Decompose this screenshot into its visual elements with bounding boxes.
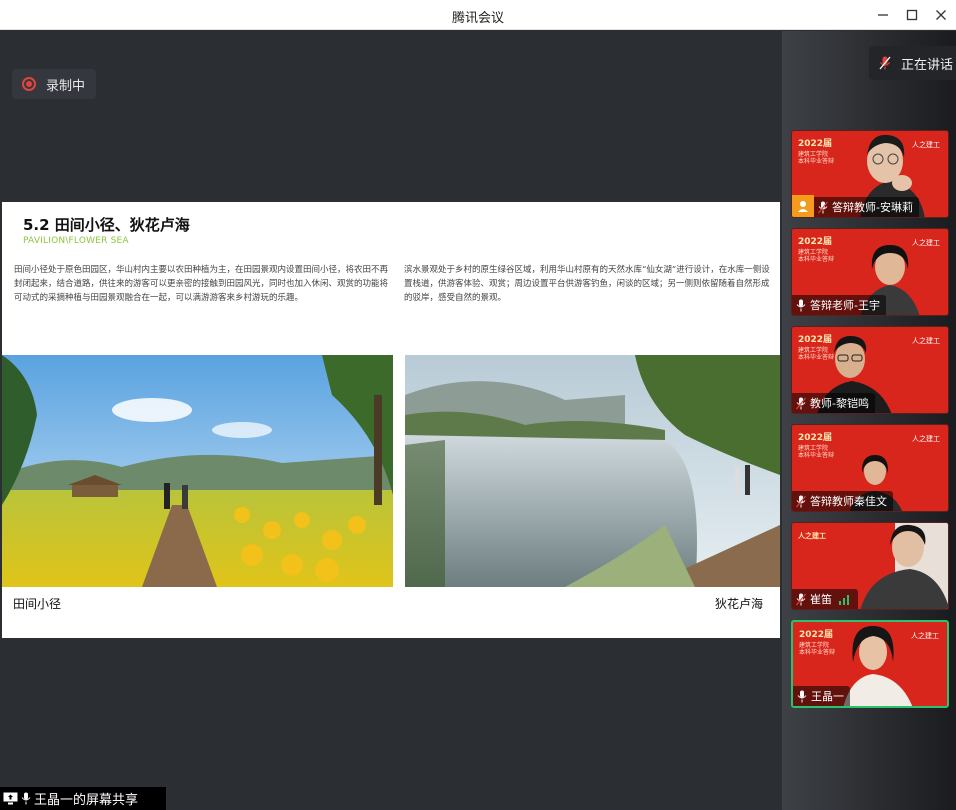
tile-logo-mark: 人之建工 xyxy=(912,337,940,345)
speaking-indicator[interactable]: 正在讲话 xyxy=(869,46,956,80)
participant-name: 教师-黎铠鸣 xyxy=(810,397,869,410)
presentation-slide: 5.2 田间小径、狄花卢海 PAVILION\FLOWER SEA 田间小径处于… xyxy=(2,202,780,638)
video-icon xyxy=(792,195,814,217)
field-path-image xyxy=(2,355,393,587)
shared-screen-area: 录制中 5.2 田间小径、狄花卢海 PAVILION\FLOWER SEA 田间… xyxy=(0,31,782,810)
close-icon xyxy=(936,10,946,20)
participant-namebar: 崔笛 xyxy=(792,589,858,609)
slide-subtitle: PAVILION\FLOWER SEA xyxy=(23,236,129,246)
participant-name: 答辩老师-王宇 xyxy=(810,299,880,312)
maximize-icon xyxy=(906,9,918,21)
record-icon xyxy=(22,77,36,91)
mic-icon xyxy=(21,792,31,805)
recording-label: 录制中 xyxy=(46,78,86,94)
tile-logo-year: 2022届 xyxy=(798,237,833,247)
volume-bars-icon xyxy=(839,595,849,605)
screen-share-label[interactable]: 王晶一的屏幕共享 xyxy=(0,787,166,810)
screen-share-text: 王晶一的屏幕共享 xyxy=(34,793,139,808)
participant-namebar: 教师-黎铠鸣 xyxy=(792,393,875,413)
mic-muted-icon xyxy=(796,397,806,409)
tile-logo-text: 建筑工学院 本科毕业答辩 xyxy=(798,249,835,263)
participant-name: 崔笛 xyxy=(810,593,832,606)
tile-logo-year: 2022届 xyxy=(798,139,833,149)
participant-name: 答辩教师秦佳文 xyxy=(810,495,887,508)
mic-icon xyxy=(797,690,807,702)
minimize-button[interactable] xyxy=(873,5,893,25)
slide-title: 5.2 田间小径、狄花卢海 xyxy=(23,216,190,234)
participant-namebar: 答辩教师-安琳莉 xyxy=(814,197,919,217)
maximize-button[interactable] xyxy=(902,5,922,25)
mic-muted-icon xyxy=(818,201,828,213)
close-button[interactable] xyxy=(931,5,951,25)
speaking-label: 正在讲话 xyxy=(901,57,954,73)
participant-namebar: 答辩教师秦佳文 xyxy=(792,491,893,511)
waterfront-image xyxy=(405,355,780,587)
tile-logo-mark: 人之建工 xyxy=(912,435,940,443)
tile-logo-year: 2022届 xyxy=(798,433,833,443)
slide-text-left: 田间小径处于原色田园区，华山村内主要以农田种植为主，在田园景观内设置田间小径，将… xyxy=(14,265,389,303)
window-title: 腾讯会议 xyxy=(451,11,504,26)
participant-namebar: 王晶一 xyxy=(793,686,850,706)
screen-share-icon xyxy=(3,792,18,805)
participant-namebar: 答辩老师-王宇 xyxy=(792,295,886,315)
tile-logo-year: 2022届 xyxy=(799,630,834,640)
caption-waterfront: 狄花卢海 xyxy=(715,597,764,611)
participant-tile[interactable]: 2022届 建筑工学院 本科毕业答辩 人之建工 答辩老师-王宇 xyxy=(791,228,949,316)
minimize-icon xyxy=(878,14,888,16)
participant-tile[interactable]: 人之建工 崔笛 xyxy=(791,522,949,610)
caption-field-path: 田间小径 xyxy=(13,597,62,611)
tile-logo-mark: 人之建工 xyxy=(798,532,826,540)
recording-indicator[interactable]: 录制中 xyxy=(12,69,96,99)
participant-tile[interactable]: 2022届 建筑工学院 本科毕业答辩 人之建工 答辩教师秦佳文 xyxy=(791,424,949,512)
participant-name: 答辩教师-安琳莉 xyxy=(832,201,913,214)
participant-name: 王晶一 xyxy=(811,690,844,703)
mic-muted-icon xyxy=(796,495,806,507)
participant-tile-active[interactable]: 2022届 建筑工学院 本科毕业答辩 人之建工 王晶一 xyxy=(791,620,949,708)
participant-tile[interactable]: 2022届 建筑工学院 本科毕业答辩 人之建工 答辩教师-安琳莉 xyxy=(791,130,949,218)
mic-muted-icon xyxy=(879,56,891,70)
mic-muted-icon xyxy=(796,593,806,605)
slide-text-right: 滨水景观处于乡村的原生绿谷区域，利用华山村原有的天然水库“仙女湖”进行设计，在水… xyxy=(404,265,770,303)
mic-icon xyxy=(796,299,806,311)
title-bar: 腾讯会议 xyxy=(0,0,956,30)
participant-tile[interactable]: 2022届 建筑工学院 本科毕业答辩 人之建工 教师-黎铠鸣 xyxy=(791,326,949,414)
tile-logo-text: 建筑工学院 本科毕业答辩 xyxy=(798,445,835,459)
